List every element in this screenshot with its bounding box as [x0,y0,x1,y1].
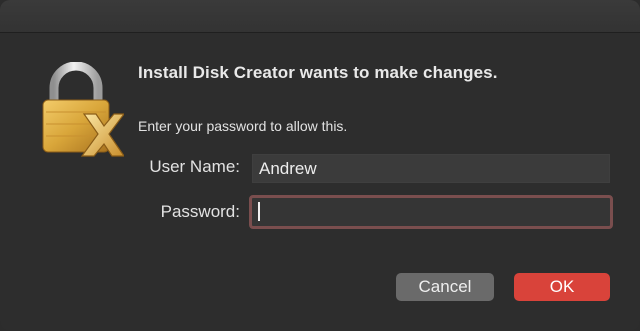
authentication-dialog: Install Disk Creator wants to make chang… [0,0,640,331]
dialog-subtitle: Enter your password to allow this. [138,118,348,134]
cancel-button[interactable]: Cancel [396,273,494,301]
dialog-title: Install Disk Creator wants to make chang… [138,63,498,82]
username-field[interactable] [252,154,610,183]
lock-icon [38,61,126,162]
text-cursor [258,202,260,221]
username-label: User Name: [149,157,240,176]
password-label: Password: [160,202,240,221]
window-titlebar[interactable] [0,0,640,33]
password-field[interactable] [249,195,613,229]
ok-button[interactable]: OK [514,273,610,301]
